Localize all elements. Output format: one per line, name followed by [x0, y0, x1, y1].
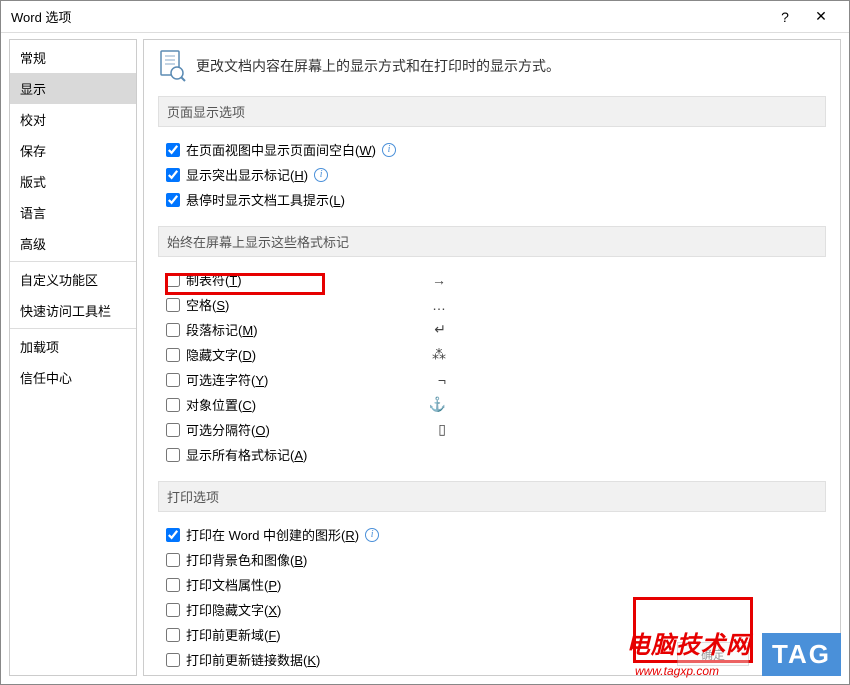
format-symbol: ↵	[434, 321, 446, 338]
option-row: 悬停时显示文档工具提示(L)	[166, 187, 826, 212]
sidebar-item[interactable]: 信任中心	[10, 362, 136, 393]
option-row: 打印隐藏文字(X)	[166, 597, 826, 622]
info-icon[interactable]: i	[382, 143, 396, 157]
section-header-formatting-marks: 始终在屏幕上显示这些格式标记	[158, 226, 826, 257]
option-row: 隐藏文字(D) ⁂	[166, 342, 826, 367]
option-checkbox[interactable]	[166, 578, 180, 592]
format-symbol: ¬	[438, 372, 446, 388]
dialog-title: Word 选项	[11, 7, 767, 26]
option-label[interactable]: 显示突出显示标记(H)	[186, 165, 308, 184]
option-checkbox[interactable]	[166, 398, 180, 412]
option-checkbox[interactable]	[166, 448, 180, 462]
option-checkbox[interactable]	[166, 528, 180, 542]
sidebar-item[interactable]: 显示	[10, 73, 136, 104]
sidebar: 常规显示校对保存版式语言高级 自定义功能区快速访问工具栏 加载项信任中心	[9, 39, 137, 676]
titlebar: Word 选项 ? ✕	[1, 1, 849, 33]
document-icon	[158, 50, 186, 82]
option-checkbox[interactable]	[166, 273, 180, 287]
dialog-body: 常规显示校对保存版式语言高级 自定义功能区快速访问工具栏 加载项信任中心	[1, 33, 849, 684]
option-row: 打印在 Word 中创建的图形(R) i	[166, 522, 826, 547]
section-body-page-display: 在页面视图中显示页面间空白(W) i 显示突出显示标记(H) i 悬停时显示文档工具提示…	[158, 137, 826, 226]
option-label[interactable]: 打印前更新域(F)	[186, 625, 281, 644]
sidebar-item[interactable]: 常规	[10, 42, 136, 73]
option-row: 在页面视图中显示页面间空白(W) i	[166, 137, 826, 162]
option-label[interactable]: 悬停时显示文档工具提示(L)	[186, 190, 345, 209]
option-label[interactable]: 在页面视图中显示页面间空白(W)	[186, 140, 376, 159]
option-row: 显示所有格式标记(A)	[166, 442, 826, 467]
format-symbol: →	[432, 272, 446, 288]
option-label[interactable]: 空格(S)	[186, 295, 229, 314]
format-symbol: ▯	[438, 421, 446, 438]
option-checkbox[interactable]	[166, 168, 180, 182]
option-row: 对象位置(C) ⚓	[166, 392, 826, 417]
panel-header: 更改文档内容在屏幕上的显示方式和在打印时的显示方式。	[158, 50, 826, 82]
option-label[interactable]: 可选连字符(Y)	[186, 370, 268, 389]
option-row: 空格(S) …	[166, 292, 826, 317]
main-panel: 更改文档内容在屏幕上的显示方式和在打印时的显示方式。 页面显示选项 在页面视图中…	[143, 39, 841, 676]
option-row: 可选连字符(Y) ¬	[166, 367, 826, 392]
watermark-text: 电脑技术网	[626, 625, 751, 660]
close-button[interactable]: ✕	[803, 1, 839, 33]
panel-description: 更改文档内容在屏幕上的显示方式和在打印时的显示方式。	[196, 56, 560, 76]
info-icon[interactable]: i	[314, 168, 328, 182]
option-label[interactable]: 隐藏文字(D)	[186, 345, 256, 364]
sidebar-item[interactable]: 语言	[10, 197, 136, 228]
sidebar-item[interactable]: 自定义功能区	[10, 264, 136, 295]
option-checkbox[interactable]	[166, 193, 180, 207]
option-label[interactable]: 打印背景色和图像(B)	[186, 550, 307, 569]
option-label[interactable]: 打印前更新链接数据(K)	[186, 650, 320, 669]
option-checkbox[interactable]	[166, 653, 180, 667]
option-label[interactable]: 制表符(T)	[186, 270, 242, 289]
option-checkbox[interactable]	[166, 348, 180, 362]
option-label[interactable]: 可选分隔符(O)	[186, 420, 270, 439]
option-row: 制表符(T) →	[166, 267, 826, 292]
option-row: 显示突出显示标记(H) i	[166, 162, 826, 187]
option-row: 打印背景色和图像(B)	[166, 547, 826, 572]
option-label[interactable]: 打印隐藏文字(X)	[186, 600, 281, 619]
option-label[interactable]: 显示所有格式标记(A)	[186, 445, 307, 464]
option-label[interactable]: 段落标记(M)	[186, 320, 258, 339]
option-checkbox[interactable]	[166, 553, 180, 567]
option-checkbox[interactable]	[166, 628, 180, 642]
tag-badge: TAG	[762, 633, 841, 676]
section-header-page-display: 页面显示选项	[158, 96, 826, 127]
sidebar-item[interactable]: 加载项	[10, 331, 136, 362]
section-header-print: 打印选项	[158, 481, 826, 512]
sidebar-item[interactable]: 快速访问工具栏	[10, 295, 136, 326]
help-button[interactable]: ?	[767, 1, 803, 33]
sidebar-item[interactable]: 高级	[10, 228, 136, 259]
option-checkbox[interactable]	[166, 603, 180, 617]
watermark-url: www.tagxp.com	[635, 664, 719, 678]
format-symbol: …	[432, 297, 446, 313]
info-icon[interactable]: i	[365, 528, 379, 542]
sidebar-separator	[10, 328, 136, 329]
option-row: 段落标记(M) ↵	[166, 317, 826, 342]
sidebar-separator	[10, 261, 136, 262]
option-checkbox[interactable]	[166, 298, 180, 312]
option-label[interactable]: 对象位置(C)	[186, 395, 256, 414]
option-checkbox[interactable]	[166, 143, 180, 157]
option-checkbox[interactable]	[166, 323, 180, 337]
option-checkbox[interactable]	[166, 373, 180, 387]
format-symbol: ⚓	[429, 396, 446, 413]
option-row: 打印文档属性(P)	[166, 572, 826, 597]
sidebar-item[interactable]: 校对	[10, 104, 136, 135]
section-body-formatting-marks: 制表符(T) → 空格(S) … 段落标记(M) ↵ 隐藏文字(D) ⁂ 可选连字符(Y) ¬ 对象…	[158, 267, 826, 481]
format-symbol: ⁂	[432, 346, 446, 363]
sidebar-item[interactable]: 保存	[10, 135, 136, 166]
option-checkbox[interactable]	[166, 423, 180, 437]
sidebar-item[interactable]: 版式	[10, 166, 136, 197]
option-row: 可选分隔符(O) ▯	[166, 417, 826, 442]
option-label[interactable]: 打印在 Word 中创建的图形(R)	[186, 525, 359, 544]
word-options-dialog: Word 选项 ? ✕ 常规显示校对保存版式语言高级 自定义功能区快速访问工具栏…	[0, 0, 850, 685]
option-label[interactable]: 打印文档属性(P)	[186, 575, 281, 594]
